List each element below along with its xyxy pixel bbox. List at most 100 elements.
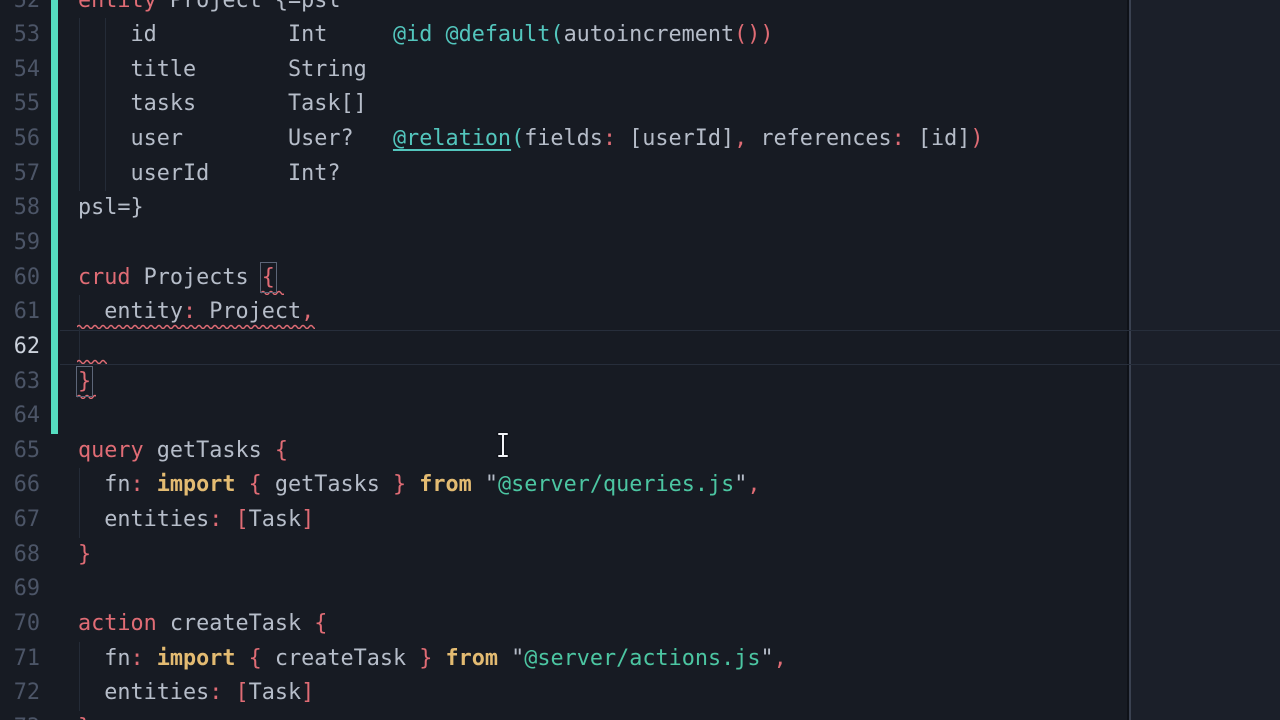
token: getTasks: [262, 472, 393, 497]
token: fields: [524, 126, 603, 151]
line-number[interactable]: 73: [0, 711, 40, 720]
token: ,: [747, 472, 760, 497]
token: }: [393, 472, 406, 497]
code-line-64[interactable]: 64: [0, 399, 1280, 434]
token: Task: [249, 680, 302, 705]
line-number[interactable]: 71: [0, 642, 40, 677]
error-squiggle: [77, 323, 315, 329]
token: [144, 472, 157, 497]
code-text: fn: import { createTask } from "@server/…: [78, 642, 787, 677]
token: title String: [78, 57, 367, 82]
line-number[interactable]: 67: [0, 503, 40, 538]
token: entities: [78, 507, 209, 532]
code-line-66[interactable]: 66 fn: import { getTasks } from "@server…: [0, 468, 1280, 503]
token: crud: [78, 265, 131, 290]
token: @id @default(: [393, 22, 564, 47]
line-number[interactable]: 64: [0, 399, 40, 434]
code-line-73[interactable]: 73}: [0, 711, 1280, 720]
token: :: [603, 126, 616, 151]
code-text: entity Project {=psl: [78, 0, 340, 18]
token: Project {=psl: [157, 0, 341, 13]
token: Projects: [131, 265, 262, 290]
token: entity: [78, 299, 183, 324]
code-line-62[interactable]: 62: [0, 330, 1280, 365]
token: }: [78, 715, 91, 720]
token: [236, 472, 249, 497]
token: action: [78, 611, 157, 636]
code-text: tasks Task[]: [78, 87, 367, 122]
code-line-69[interactable]: 69: [0, 572, 1280, 607]
line-number[interactable]: 58: [0, 191, 40, 226]
token: [222, 680, 235, 705]
code-text: psl=}: [78, 191, 144, 226]
line-number[interactable]: 69: [0, 572, 40, 607]
line-number[interactable]: 66: [0, 468, 40, 503]
line-number[interactable]: 65: [0, 434, 40, 469]
line-number[interactable]: 55: [0, 87, 40, 122]
line-number[interactable]: 62: [0, 330, 40, 365]
code-text: user User? @relation(fields: [userId], r…: [78, 122, 984, 157]
token: @relation: [393, 126, 511, 151]
token: ): [970, 126, 983, 151]
token: psl=}: [78, 195, 144, 220]
code-text: title String: [78, 53, 367, 88]
token: [498, 646, 511, 671]
token: id Int: [78, 22, 393, 47]
code-line-55[interactable]: 55 tasks Task[]: [0, 87, 1280, 122]
line-number[interactable]: 56: [0, 122, 40, 157]
token: ": [760, 646, 773, 671]
code-line-57[interactable]: 57 userId Int?: [0, 157, 1280, 192]
code-line-61[interactable]: 61 entity: Project,: [0, 295, 1280, 330]
token: userId Int?: [78, 161, 340, 186]
line-number[interactable]: 53: [0, 18, 40, 53]
line-number[interactable]: 72: [0, 676, 40, 711]
code-line-70[interactable]: 70action createTask {: [0, 607, 1280, 642]
code-line-56[interactable]: 56 user User? @relation(fields: [userId]…: [0, 122, 1280, 157]
line-number[interactable]: 54: [0, 53, 40, 88]
token: ": [511, 646, 524, 671]
code-editor[interactable]: 52entity Project {=psl53 id Int @id @def…: [0, 0, 1280, 720]
token: [: [235, 507, 248, 532]
token: }: [78, 542, 91, 567]
code-line-58[interactable]: 58 psl=}: [0, 191, 1280, 226]
line-number[interactable]: 70: [0, 607, 40, 642]
code-line-65[interactable]: 65 query getTasks {: [0, 434, 1280, 469]
code-line-60[interactable]: 60 crud Projects {: [0, 261, 1280, 296]
token: {: [275, 438, 288, 463]
code-text: query getTasks {: [78, 434, 288, 469]
code-line-63[interactable]: 63}: [0, 365, 1280, 400]
line-number[interactable]: 60: [0, 261, 40, 296]
code-text: }: [78, 711, 91, 720]
code-line-72[interactable]: 72 entities: [Task]: [0, 676, 1280, 711]
line-number[interactable]: 68: [0, 538, 40, 573]
code-text: entities: [Task]: [78, 676, 314, 711]
token: Project: [196, 299, 301, 324]
code-line-54[interactable]: 54 title String: [0, 53, 1280, 88]
line-number[interactable]: 59: [0, 226, 40, 261]
code-text: fn: import { getTasks } from "@server/qu…: [78, 468, 760, 503]
code-line-52[interactable]: 52 entity Project {=psl: [0, 0, 1280, 18]
line-number[interactable]: 57: [0, 157, 40, 192]
code-line-59[interactable]: 59: [0, 226, 1280, 261]
token: {: [249, 472, 262, 497]
code-line-68[interactable]: 68}: [0, 538, 1280, 573]
line-number[interactable]: 61: [0, 295, 40, 330]
token: {: [249, 646, 262, 671]
code-line-67[interactable]: 67 entities: [Task]: [0, 503, 1280, 538]
token: :: [131, 646, 144, 671]
code-text: crud Projects {: [78, 261, 275, 296]
code-line-53[interactable]: 53 id Int @id @default(autoincrement()): [0, 18, 1280, 53]
token: import: [157, 646, 236, 671]
token: ]: [301, 680, 314, 705]
token: [222, 507, 235, 532]
token: ": [734, 472, 747, 497]
line-number[interactable]: 52: [0, 0, 40, 18]
token: [id]: [905, 126, 971, 151]
code-line-71[interactable]: 71 fn: import { createTask } from "@serv…: [0, 642, 1280, 677]
line-number[interactable]: 63: [0, 365, 40, 400]
token: ": [485, 472, 498, 497]
code-text: entities: [Task]: [78, 503, 314, 538]
token: :: [209, 507, 222, 532]
token: [472, 472, 485, 497]
token: ,: [734, 126, 747, 151]
